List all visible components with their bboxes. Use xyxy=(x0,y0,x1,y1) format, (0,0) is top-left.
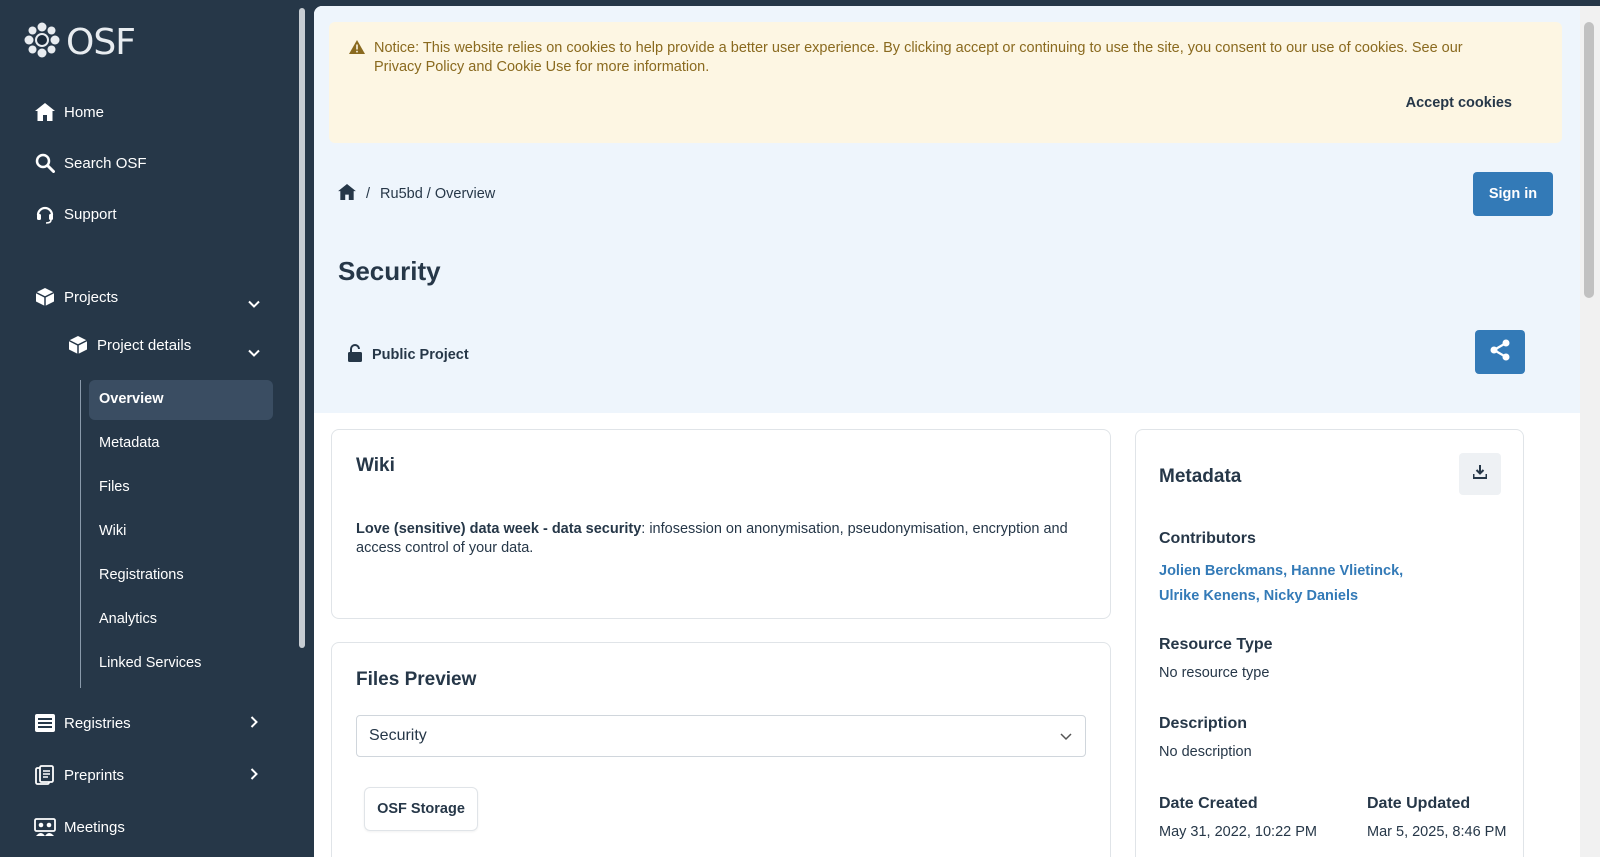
breadcrumb: / Ru5bd / Overview xyxy=(338,184,495,204)
headset-icon xyxy=(34,203,56,225)
chevron-down-icon xyxy=(1059,729,1073,748)
date-updated-label: Date Updated xyxy=(1367,795,1471,812)
description-value: No description xyxy=(1159,744,1252,760)
contributors-line[interactable]: Ulrike Kenens, Nicky Daniels xyxy=(1159,584,1419,609)
contributors-line[interactable]: Jolien Berckmans, Hanne Vlietinck, xyxy=(1159,559,1419,584)
files-preview-card: Files Preview Security OSF Storage xyxy=(331,642,1111,857)
nav-support-label: Support xyxy=(64,205,117,223)
files-project-select[interactable]: Security xyxy=(356,715,1086,757)
submenu-divider xyxy=(80,380,81,688)
metadata-heading: Metadata xyxy=(1159,466,1242,487)
metadata-card: Metadata Contributors Jolien Berckmans, … xyxy=(1135,429,1524,857)
share-button[interactable] xyxy=(1475,330,1525,374)
wiki-heading: Wiki xyxy=(356,455,395,476)
nav-preprints-label: Preprints xyxy=(64,766,125,784)
contributors-list[interactable]: Jolien Berckmans, Hanne Vlietinck, Ulrik… xyxy=(1159,559,1419,609)
main-content: Notice: This website relies on cookies t… xyxy=(314,6,1600,857)
wiki-content: Love (sensitive) data week - data securi… xyxy=(356,520,1086,558)
nav-project-details-label: Project details xyxy=(97,336,192,354)
meetings-icon xyxy=(34,816,56,838)
chevron-down-icon[interactable] xyxy=(246,296,262,312)
files-preview-heading: Files Preview xyxy=(356,669,477,690)
sidebar-scrollbar[interactable] xyxy=(299,8,305,648)
sidebar-item-overview[interactable]: Overview xyxy=(99,391,164,407)
sidebar-item-analytics[interactable]: Analytics xyxy=(99,611,157,627)
nav-search[interactable]: Search OSF xyxy=(34,152,147,174)
chevron-right-icon[interactable] xyxy=(246,714,262,730)
share-icon xyxy=(1488,338,1512,367)
breadcrumb-path[interactable]: Ru5bd / Overview xyxy=(380,186,495,202)
download-metadata-button[interactable] xyxy=(1459,453,1501,495)
nav-project-details[interactable]: Project details xyxy=(67,334,191,356)
breadcrumb-separator: / xyxy=(366,186,371,202)
visibility-label: Public Project xyxy=(372,347,469,363)
nav-meetings[interactable]: Meetings xyxy=(34,816,125,838)
nav-preprints[interactable]: Preprints xyxy=(34,764,124,786)
date-created-label: Date Created xyxy=(1159,795,1258,812)
osf-storage-button[interactable]: OSF Storage xyxy=(364,787,478,831)
resource-type-label: Resource Type xyxy=(1159,636,1273,653)
chevron-down-icon[interactable] xyxy=(246,345,262,361)
warning-icon xyxy=(349,40,365,59)
nav-home[interactable]: Home xyxy=(34,101,104,123)
logo-text: OSF xyxy=(66,22,136,63)
sidebar-item-wiki[interactable]: Wiki xyxy=(99,523,126,539)
home-icon xyxy=(34,101,56,123)
cube-icon xyxy=(67,334,89,356)
nav-search-label: Search OSF xyxy=(64,154,147,172)
nav-registries[interactable]: Registries xyxy=(34,712,131,734)
home-icon[interactable] xyxy=(338,184,356,204)
main-scrollbar-thumb[interactable] xyxy=(1584,22,1594,298)
visibility-status: Public Project xyxy=(348,344,469,366)
accept-cookies-button[interactable]: Accept cookies xyxy=(1406,95,1512,111)
wiki-content-bold: Love (sensitive) data week - data securi… xyxy=(356,521,642,537)
cube-icon xyxy=(34,286,56,308)
wiki-card: Wiki Love (sensitive) data week - data s… xyxy=(331,429,1111,619)
preprints-icon xyxy=(34,764,56,786)
resource-type-value: No resource type xyxy=(1159,665,1270,681)
chevron-right-icon[interactable] xyxy=(246,766,262,782)
nav-registries-label: Registries xyxy=(64,714,131,732)
sidebar: OSF Home Search OSF Support Projects Pro… xyxy=(0,0,305,857)
osf-logo[interactable]: OSF xyxy=(24,22,136,63)
nav-projects[interactable]: Projects xyxy=(34,286,118,308)
contributors-label: Contributors xyxy=(1159,530,1256,547)
osf-logo-icon xyxy=(24,22,60,63)
search-icon xyxy=(34,152,56,174)
page-title: Security xyxy=(338,256,441,286)
nav-support[interactable]: Support xyxy=(34,203,117,225)
nav-projects-label: Projects xyxy=(64,288,119,306)
sidebar-item-registrations[interactable]: Registrations xyxy=(99,567,184,583)
sidebar-item-metadata[interactable]: Metadata xyxy=(99,435,159,451)
files-project-select-value: Security xyxy=(369,727,427,744)
date-updated-value: Mar 5, 2025, 8:46 PM xyxy=(1367,824,1507,840)
project-header: Notice: This website relies on cookies t… xyxy=(314,6,1580,413)
sidebar-item-linked-services[interactable]: Linked Services xyxy=(99,655,201,671)
sidebar-item-files[interactable]: Files xyxy=(99,479,130,495)
date-created-value: May 31, 2022, 10:22 PM xyxy=(1159,824,1317,840)
nav-home-label: Home xyxy=(64,103,105,121)
unlock-icon xyxy=(348,344,362,366)
nav-meetings-label: Meetings xyxy=(64,818,125,836)
cookie-notice-text: Notice: This website relies on cookies t… xyxy=(374,40,1463,75)
download-icon xyxy=(1472,464,1488,484)
description-label: Description xyxy=(1159,715,1248,732)
registries-icon xyxy=(34,712,56,734)
sign-in-button[interactable]: Sign in xyxy=(1473,172,1553,216)
cookie-banner: Notice: This website relies on cookies t… xyxy=(329,22,1562,143)
